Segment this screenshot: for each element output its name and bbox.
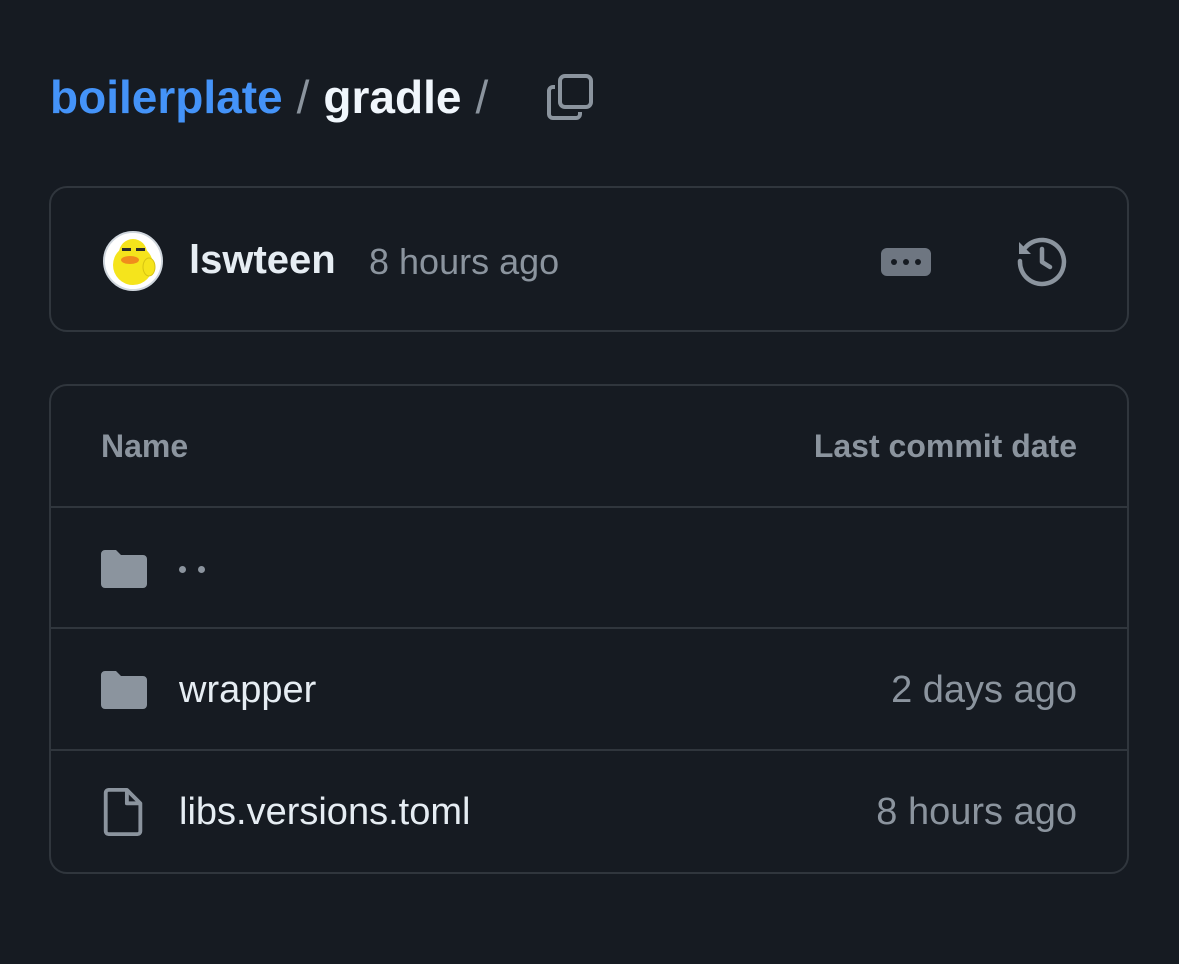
table-row[interactable]: wrapper 2 days ago	[51, 629, 1127, 751]
ellipsis-icon-dot	[903, 259, 909, 265]
file-table: Name Last commit date wrapper 2 days ago…	[49, 384, 1129, 874]
copy-path-button[interactable]	[542, 69, 598, 125]
duck-avatar-icon	[105, 233, 161, 289]
breadcrumb-separator: /	[296, 71, 310, 123]
history-icon	[1017, 237, 1067, 287]
breadcrumb: boilerplate / gradle /	[50, 62, 598, 132]
row-name-link[interactable]: libs.versions.toml	[179, 787, 470, 837]
commit-message-toggle-button[interactable]	[881, 248, 931, 276]
dot	[179, 566, 186, 573]
row-name-link[interactable]: wrapper	[179, 665, 316, 715]
commit-author-link[interactable]: lswteen	[189, 232, 336, 288]
file-icon	[103, 787, 143, 837]
breadcrumb-current-directory: gradle	[323, 71, 462, 123]
table-header: Name Last commit date	[51, 386, 1127, 508]
table-row-parent-directory[interactable]	[51, 508, 1127, 629]
column-header-last-commit-date: Last commit date	[813, 428, 1077, 464]
copy-icon	[547, 74, 594, 120]
parent-directory-link[interactable]	[179, 566, 205, 573]
breadcrumb-trailing-separator: /	[475, 71, 489, 123]
folder-icon	[101, 550, 147, 588]
dot	[198, 566, 205, 573]
ellipsis-icon-dot	[891, 259, 897, 265]
breadcrumb-repo-link[interactable]: boilerplate	[50, 70, 283, 124]
commit-time: 8 hours ago	[369, 241, 560, 282]
ellipsis-icon-dot	[915, 259, 921, 265]
folder-icon	[101, 671, 147, 709]
avatar[interactable]	[103, 231, 163, 291]
table-row[interactable]: libs.versions.toml 8 hours ago	[51, 751, 1127, 872]
row-date: 2 days ago	[891, 669, 1077, 711]
row-date: 8 hours ago	[876, 791, 1077, 833]
latest-commit-box: lswteen 8 hours ago	[49, 186, 1129, 332]
history-button[interactable]	[1015, 234, 1069, 288]
column-header-name: Name	[101, 428, 189, 464]
